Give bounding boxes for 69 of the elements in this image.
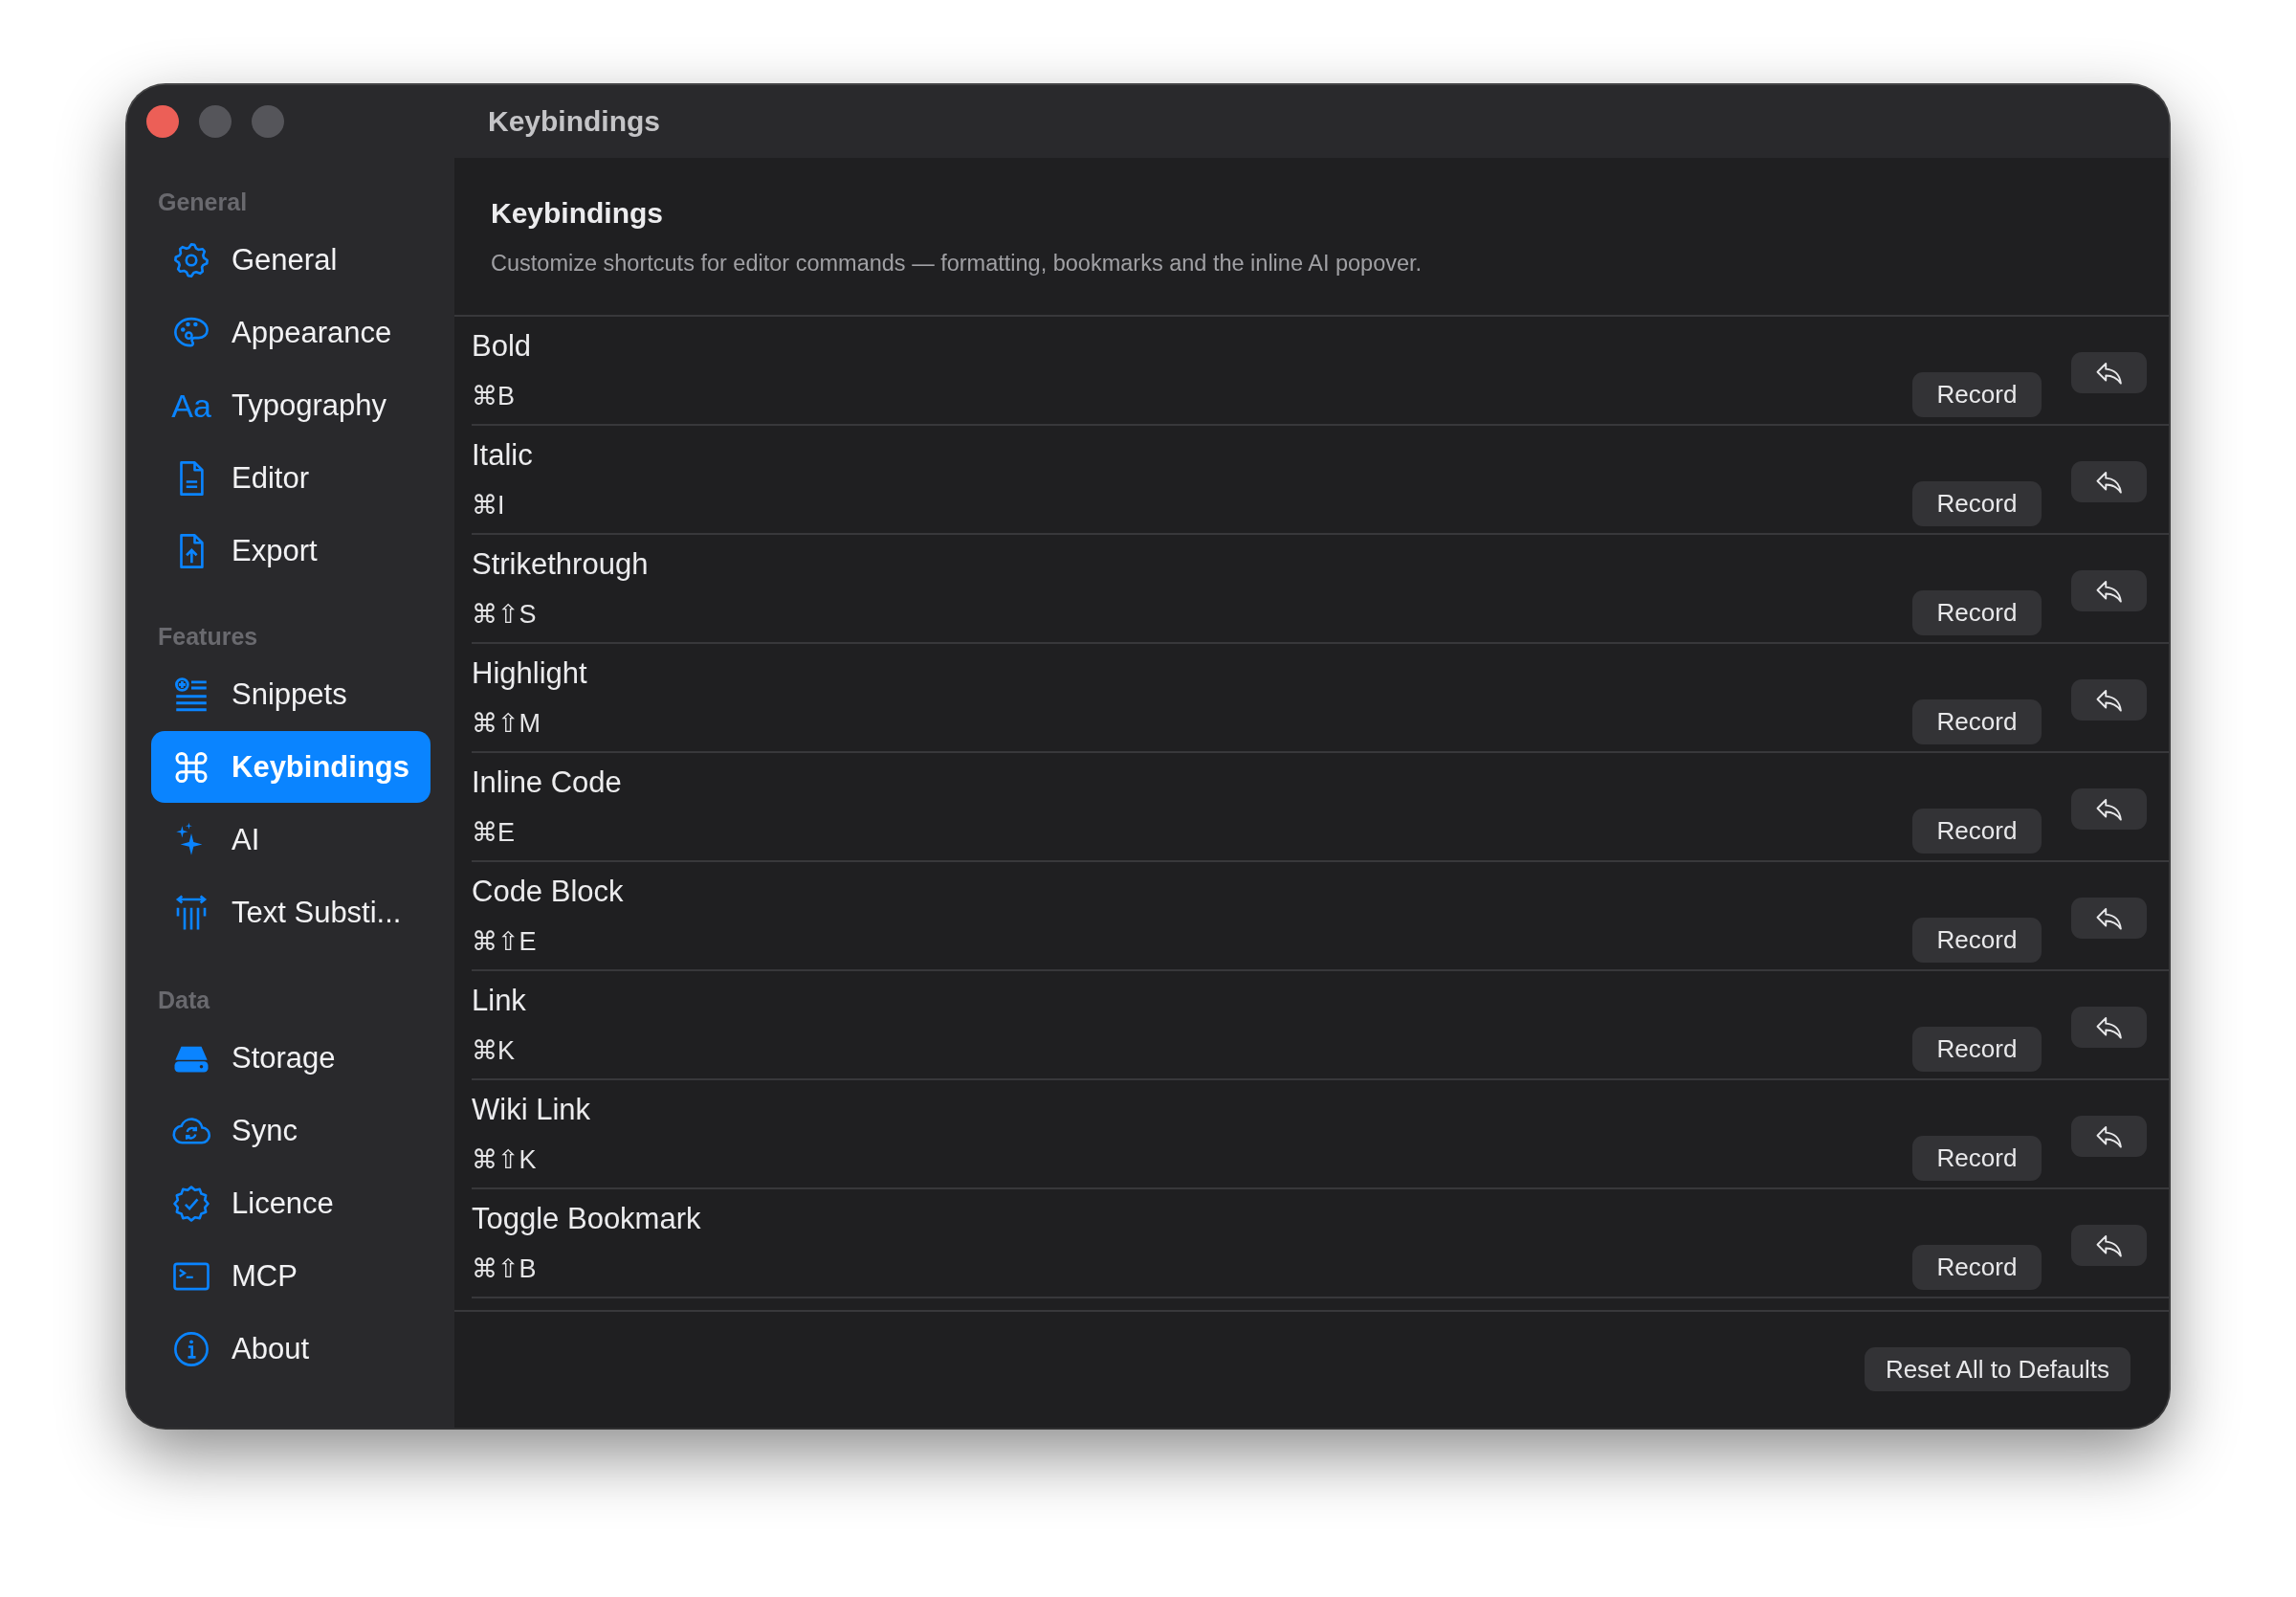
command-name: Link — [472, 983, 526, 1019]
record-button[interactable]: Record — [1912, 590, 2042, 635]
revert-button[interactable] — [2071, 679, 2147, 721]
sidebar-item[interactable]: Storage — [151, 1022, 430, 1094]
record-button[interactable]: Record — [1912, 372, 2042, 417]
record-button[interactable]: Record — [1912, 1136, 2042, 1181]
section-heading: Keybindings — [491, 196, 663, 231]
revert-button[interactable] — [2071, 1225, 2147, 1266]
sidebar-item[interactable]: Appearance — [151, 297, 430, 368]
section-description: Customize shortcuts for editor commands — formatting, bookmarks and the inline AI popover. — [491, 250, 1423, 277]
record-button[interactable]: Record — [1912, 1027, 2042, 1072]
shortcut-keys: ⌘⇧K — [472, 1142, 537, 1177]
revert-button[interactable] — [2071, 898, 2147, 939]
shortcut-keys: ⌘⇧E — [472, 924, 537, 959]
reply-arrow-icon — [2094, 687, 2124, 713]
record-button[interactable]: Record — [1912, 699, 2042, 744]
command-name: Italic — [472, 437, 533, 474]
revert-button[interactable] — [2071, 1116, 2147, 1157]
reset-all-button[interactable]: Reset All to Defaults — [1864, 1347, 2130, 1391]
sidebar-item[interactable]: Keybindings — [151, 731, 430, 803]
revert-button[interactable] — [2071, 461, 2147, 502]
record-button[interactable]: Record — [1912, 809, 2042, 854]
sidebar-item[interactable]: Text Substi... — [151, 876, 430, 948]
sidebar-item[interactable]: Editor — [151, 442, 430, 514]
command-name: Toggle Bookmark — [472, 1201, 701, 1237]
sidebar-item[interactable]: Sync — [151, 1095, 430, 1166]
sidebar-item[interactable]: General — [151, 224, 430, 296]
window-title: Keybindings — [488, 105, 660, 138]
close-button[interactable] — [146, 105, 179, 138]
reply-arrow-icon — [2094, 796, 2124, 822]
command-name: Bold — [472, 328, 532, 365]
command-name: Inline Code — [472, 765, 622, 801]
revert-button[interactable] — [2071, 788, 2147, 830]
sidebar-item[interactable]: Export — [151, 515, 430, 587]
revert-button[interactable] — [2071, 570, 2147, 611]
reply-arrow-icon — [2094, 578, 2124, 604]
badge-check-icon — [171, 1183, 211, 1224]
sidebar-section-title: General — [157, 188, 249, 217]
shortcut-keys: ⌘E — [472, 815, 515, 850]
revert-button[interactable] — [2071, 352, 2147, 393]
reply-arrow-icon — [2094, 1123, 2124, 1149]
reply-arrow-icon — [2094, 1014, 2124, 1040]
command-name: Strikethrough — [472, 546, 649, 583]
shortcut-keys: ⌘K — [472, 1033, 515, 1068]
revert-button[interactable] — [2071, 1007, 2147, 1048]
command-name: Code Block — [472, 874, 624, 910]
sidebar-item[interactable]: AI — [151, 804, 430, 876]
sidebar-item[interactable]: Snippets — [151, 658, 430, 730]
record-button[interactable]: Record — [1912, 1245, 2042, 1290]
reply-arrow-icon — [2094, 360, 2124, 386]
command-name: Highlight — [472, 655, 587, 692]
reply-arrow-icon — [2094, 1232, 2124, 1258]
sidebar-item[interactable]: Licence — [151, 1167, 430, 1239]
shortcut-keys: ⌘B — [472, 379, 515, 413]
record-button[interactable]: Record — [1912, 918, 2042, 963]
shortcut-keys: ⌘⇧B — [472, 1252, 537, 1286]
sidebar-section-title: Data — [157, 986, 211, 1015]
sidebar-item[interactable]: MCP — [151, 1240, 430, 1312]
reply-arrow-icon — [2094, 905, 2124, 931]
sidebar-item[interactable]: Aa Typography — [151, 369, 430, 441]
shortcut-keys: ⌘⇧M — [472, 706, 541, 741]
reply-arrow-icon — [2094, 469, 2124, 495]
sidebar-item[interactable]: About — [151, 1313, 430, 1385]
record-button[interactable]: Record — [1912, 481, 2042, 526]
shortcut-keys: ⌘I — [472, 488, 505, 522]
command-name: Wiki Link — [472, 1092, 590, 1128]
shortcut-keys: ⌘⇧S — [472, 597, 537, 632]
sidebar-section-title: Features — [157, 622, 259, 652]
text-size-icon: Aa — [171, 385, 211, 426]
